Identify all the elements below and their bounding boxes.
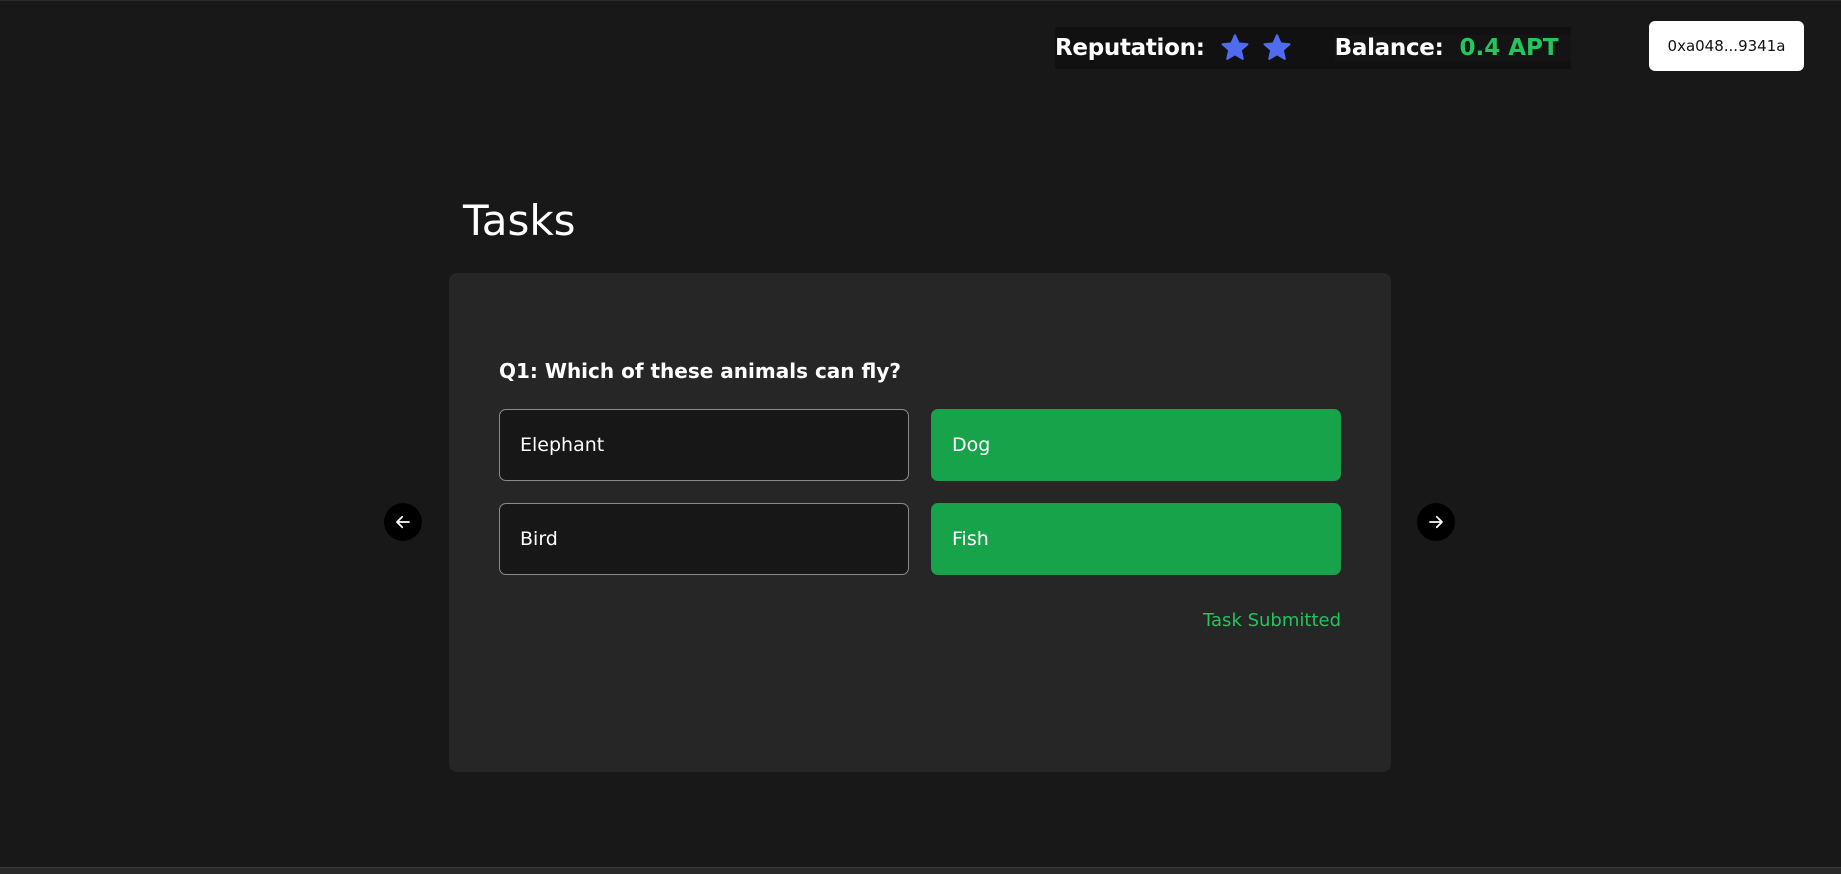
star-icon	[1221, 34, 1249, 60]
balance-group: Balance: 0.4 APT	[1334, 35, 1571, 61]
arrow-right-icon	[1429, 515, 1443, 529]
previous-task-button[interactable]	[384, 503, 422, 541]
header-stats: Reputation: Balance: 0.4 APT	[1055, 27, 1571, 69]
task-card: Q1: Which of these animals can fly? Elep…	[449, 273, 1391, 772]
balance-label: Balance:	[1334, 35, 1444, 61]
wallet-address-button[interactable]: 0xa048...9341a	[1649, 21, 1804, 71]
task-status: Task Submitted	[1203, 610, 1341, 631]
app-page: Reputation: Balance: 0.4 APT 0xa048...93…	[0, 0, 1841, 874]
reputation-stars	[1219, 32, 1293, 64]
star-icon	[1263, 34, 1291, 60]
next-task-button[interactable]	[1417, 503, 1455, 541]
page-title: Tasks	[463, 196, 576, 245]
question-text: Q1: Which of these animals can fly?	[499, 359, 901, 383]
answer-options: Elephant Dog Bird Fish	[499, 409, 1341, 575]
reputation-label: Reputation:	[1055, 35, 1205, 61]
balance-value: 0.4 APT	[1459, 35, 1559, 61]
bottom-divider	[0, 867, 1841, 874]
option-dog[interactable]: Dog	[931, 409, 1341, 481]
option-elephant[interactable]: Elephant	[499, 409, 909, 481]
option-bird[interactable]: Bird	[499, 503, 909, 575]
option-fish[interactable]: Fish	[931, 503, 1341, 575]
arrow-left-icon	[396, 515, 410, 529]
